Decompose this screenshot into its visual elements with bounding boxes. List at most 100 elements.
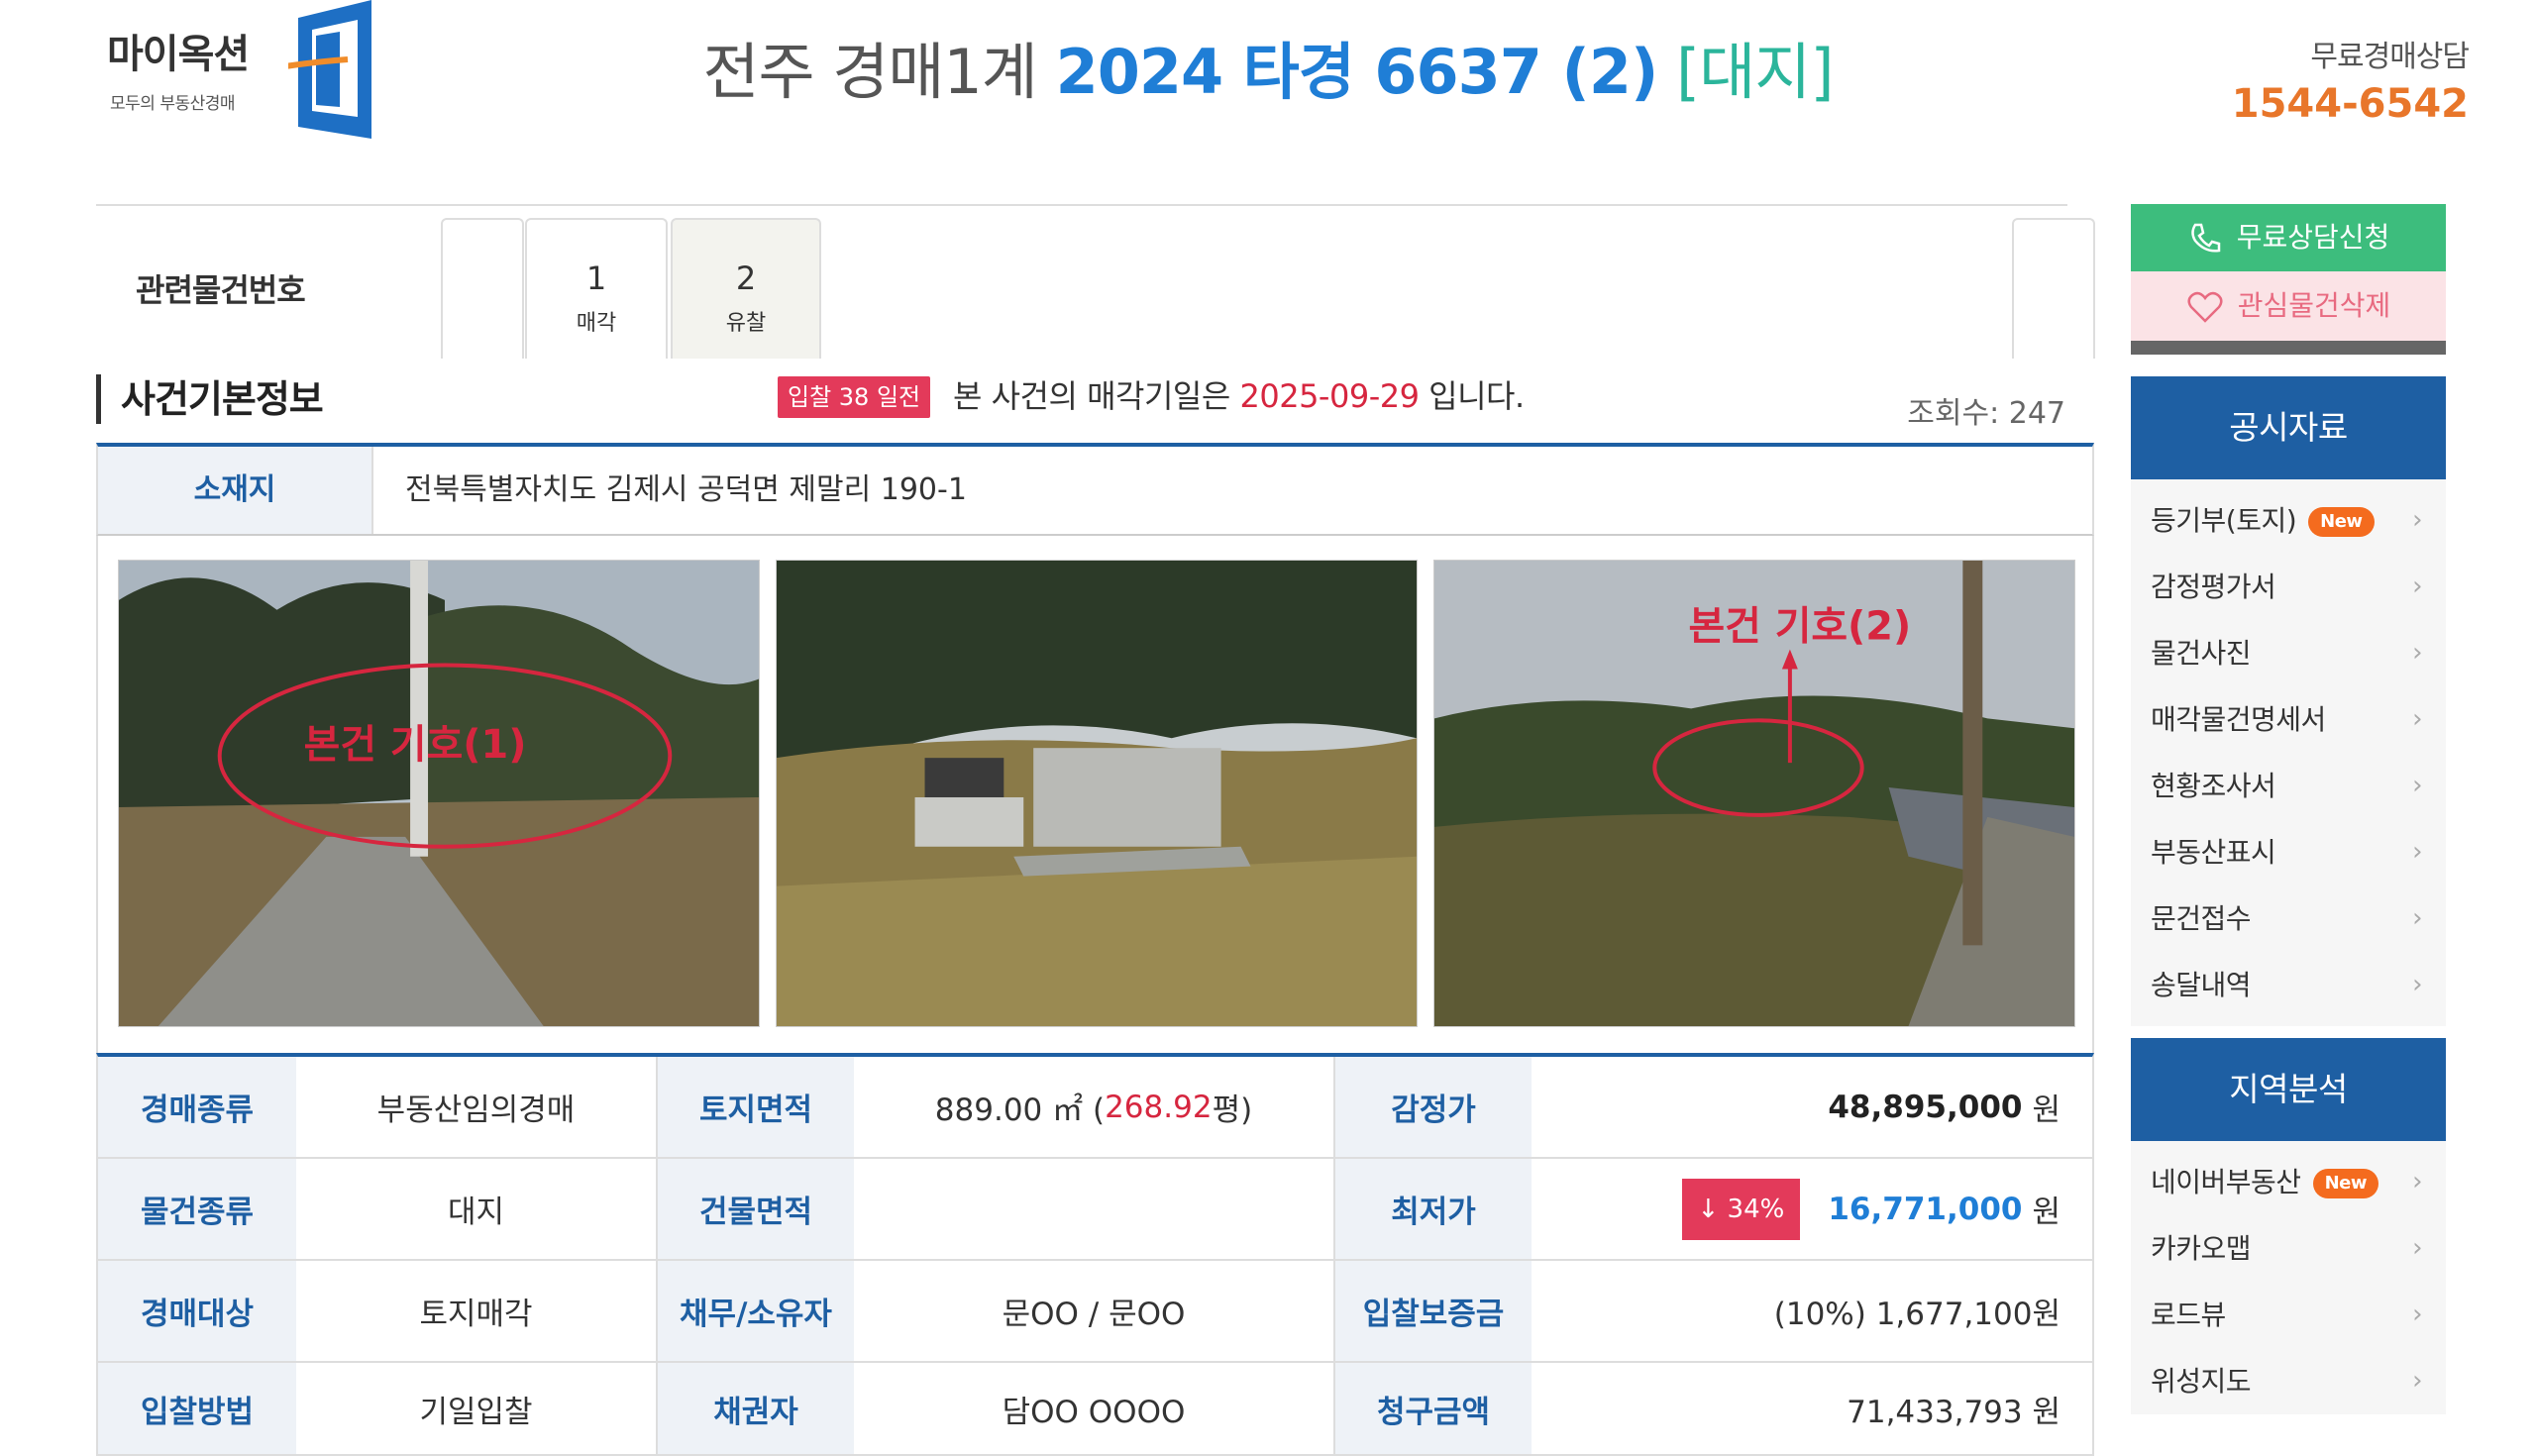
notice-item-label: 등기부(토지) xyxy=(2151,504,2297,537)
heart-icon xyxy=(2187,291,2223,323)
notice-item-spec[interactable]: 매각물건명세서 › xyxy=(2131,686,2446,753)
item-type: 대지 xyxy=(447,1195,505,1230)
remove-favorite-label: 관심물건삭제 xyxy=(2237,289,2391,322)
building-area xyxy=(854,1159,1333,1259)
related-items-bar: 관련물건번호 1 매각 2 유찰 xyxy=(96,204,2095,359)
property-photos: 본건 기호(1) 본건 기호(2) xyxy=(96,536,2094,1053)
phone-icon xyxy=(2190,223,2220,253)
chevron-right-icon: › xyxy=(2412,1233,2422,1263)
photo-label-3: 본건 기호(2) xyxy=(1688,604,1911,650)
address-label: 소재지 xyxy=(98,447,373,534)
region-item-label: 위성지도 xyxy=(2151,1365,2252,1398)
consult-contact: 무료경매상담 1544-6542 xyxy=(2232,32,2470,127)
consult-label: 무료경매상담 xyxy=(2310,40,2470,74)
chevron-right-icon: › xyxy=(2412,704,2422,734)
related-tab-empty-right xyxy=(2012,218,2095,359)
view-count: 조회수: 247 xyxy=(1907,388,2065,432)
header-auction-type: 경매종류 xyxy=(98,1057,296,1157)
chevron-right-icon: › xyxy=(2412,837,2422,867)
region-item-kakao[interactable]: 카카오맵 › xyxy=(2131,1215,2446,1282)
header-appraisal: 감정가 xyxy=(1333,1057,1532,1157)
related-tab-status: 유찰 xyxy=(725,311,767,336)
auction-type: 부동산임의경매 xyxy=(376,1092,576,1128)
region-item-label: 로드뷰 xyxy=(2151,1299,2226,1331)
new-badge: New xyxy=(2308,507,2375,537)
notice-item-label: 문건접수 xyxy=(2151,902,2252,935)
notice-item-photos[interactable]: 물건사진 › xyxy=(2131,620,2446,686)
header-claim-amount: 청구금액 xyxy=(1333,1363,1532,1454)
notice-item-survey[interactable]: 현황조사서 › xyxy=(2131,753,2446,819)
claim-amount: 71,433,793 원 xyxy=(1847,1394,2060,1430)
region-panel-title: 지역분석 xyxy=(2131,1038,2446,1141)
related-tab-status: 매각 xyxy=(576,311,617,336)
chevron-right-icon: › xyxy=(2412,638,2422,668)
land-area: 889.00 ㎡ (268.92 평) xyxy=(854,1057,1333,1157)
notice-item-label: 부동산표시 xyxy=(2151,836,2276,869)
region-panel: 지역분석 네이버부동산 New › 카카오맵 › 로드뷰 › 위성지도 › xyxy=(2131,1038,2446,1414)
related-tab-empty xyxy=(441,218,524,359)
property-photo-1[interactable]: 본건 기호(1) xyxy=(118,560,760,1027)
land-area-unit: 평) xyxy=(1212,1092,1253,1128)
table-row: 입찰방법 기일입찰 채권자 담OO OOOO 청구금액 71,433,793 원 xyxy=(98,1363,2092,1456)
case-title: 전주 경매1계 2024 타경 6637 (2) [대지] xyxy=(0,35,2536,109)
won-unit: 원 xyxy=(2032,1195,2060,1230)
notice-panel: 공시자료 등기부(토지) New › 감정평가서 › 물건사진 › 매각물건명세서 › 현… xyxy=(2131,376,2446,1026)
notice-item-property[interactable]: 부동산표시 › xyxy=(2131,819,2446,885)
related-tab-number: 2 xyxy=(735,260,757,297)
chevron-right-icon: › xyxy=(2412,572,2422,601)
header-auction-target: 경매대상 xyxy=(98,1261,296,1361)
region-item-label: 네이버부동산 xyxy=(2151,1166,2301,1198)
appraisal-amount: 48,895,000 xyxy=(1828,1089,2023,1125)
chevron-right-icon: › xyxy=(2412,771,2422,800)
related-tab-1[interactable]: 1 매각 xyxy=(525,218,668,359)
region-item-label: 카카오맵 xyxy=(2151,1232,2252,1265)
sale-date-message: 본 사건의 매각기일은 2025-09-29 입니다. xyxy=(953,374,1525,418)
notice-item-label: 물건사진 xyxy=(2151,637,2252,670)
appraisal-value: 48,895,000 원 xyxy=(1532,1057,2092,1157)
land-area-pyeong: 268.92 xyxy=(1105,1089,1213,1125)
min-price-value: ↓ 34% 16,771,000 원 xyxy=(1532,1159,2092,1259)
new-badge: New xyxy=(2312,1169,2378,1198)
court-name: 전주 경매1계 xyxy=(702,36,1037,108)
table-row: 경매종류 부동산임의경매 토지면적 889.00 ㎡ (268.92 평) 감정가… xyxy=(98,1057,2092,1159)
sale-date: 2025-09-29 xyxy=(1239,377,1420,415)
won-unit: 원 xyxy=(2032,1092,2060,1128)
site-header: 마이옥션 모두의 부동산경매 전주 경매1계 2024 타경 6637 (2) … xyxy=(0,0,2536,198)
notice-item-appraisal[interactable]: 감정평가서 › xyxy=(2131,554,2446,620)
region-item-satellite[interactable]: 위성지도 › xyxy=(2131,1348,2446,1414)
photo-label-1: 본건 기호(1) xyxy=(304,722,527,768)
notice-item-label: 송달내역 xyxy=(2151,969,2252,1001)
property-photo-3[interactable]: 본건 기호(2) xyxy=(1433,560,2075,1027)
header-min-price: 최저가 xyxy=(1333,1159,1532,1259)
notice-item-documents[interactable]: 문건접수 › xyxy=(2131,885,2446,952)
header-building-area: 건물면적 xyxy=(656,1159,854,1259)
consult-phone[interactable]: 1544-6542 xyxy=(2232,81,2469,127)
debtor-owner: 문OO / 문OO xyxy=(1002,1297,1186,1332)
header-bid-method: 입찰방법 xyxy=(98,1363,296,1454)
sale-msg-pre: 본 사건의 매각기일은 xyxy=(953,377,1230,415)
related-tab-2[interactable]: 2 유찰 xyxy=(671,218,821,359)
section-title: 사건기본정보 xyxy=(96,374,324,424)
notice-item-delivery[interactable]: 송달내역 › xyxy=(2131,952,2446,1018)
remove-favorite-button[interactable]: 관심물건삭제 xyxy=(2131,271,2446,341)
notice-item-label: 현황조사서 xyxy=(2151,770,2276,802)
address-value: 전북특별자치도 김제시 공덕면 제말리 190-1 xyxy=(405,472,967,507)
header-item-type: 물건종류 xyxy=(98,1159,296,1259)
view-count-label: 조회수: xyxy=(1907,396,2000,431)
region-item-roadview[interactable]: 로드뷰 › xyxy=(2131,1282,2446,1348)
dday-badge: 입찰 38 일전 xyxy=(778,376,931,418)
header-creditor: 채권자 xyxy=(656,1363,854,1454)
chevron-right-icon: › xyxy=(2412,505,2422,535)
notice-item-registry[interactable]: 등기부(토지) New › xyxy=(2131,487,2446,554)
bid-method: 기일입찰 xyxy=(419,1394,533,1430)
case-number: 2024 타경 6637 (2) xyxy=(1055,36,1659,108)
notice-item-label: 감정평가서 xyxy=(2151,571,2276,603)
region-item-naver[interactable]: 네이버부동산 New › xyxy=(2131,1149,2446,1215)
header-debtor-owner: 채무/소유자 xyxy=(656,1261,854,1361)
sidebar-divider xyxy=(2131,341,2446,355)
min-price-amount: 16,771,000 xyxy=(1828,1191,2023,1227)
property-photo-2[interactable] xyxy=(776,560,1418,1027)
address-row: 소재지 전북특별자치도 김제시 공덕면 제말리 190-1 xyxy=(96,443,2094,536)
table-row: 경매대상 토지매각 채무/소유자 문OO / 문OO 입찰보증금 (10%) 1… xyxy=(98,1261,2092,1363)
free-consult-button[interactable]: 무료상담신청 xyxy=(2131,204,2446,271)
